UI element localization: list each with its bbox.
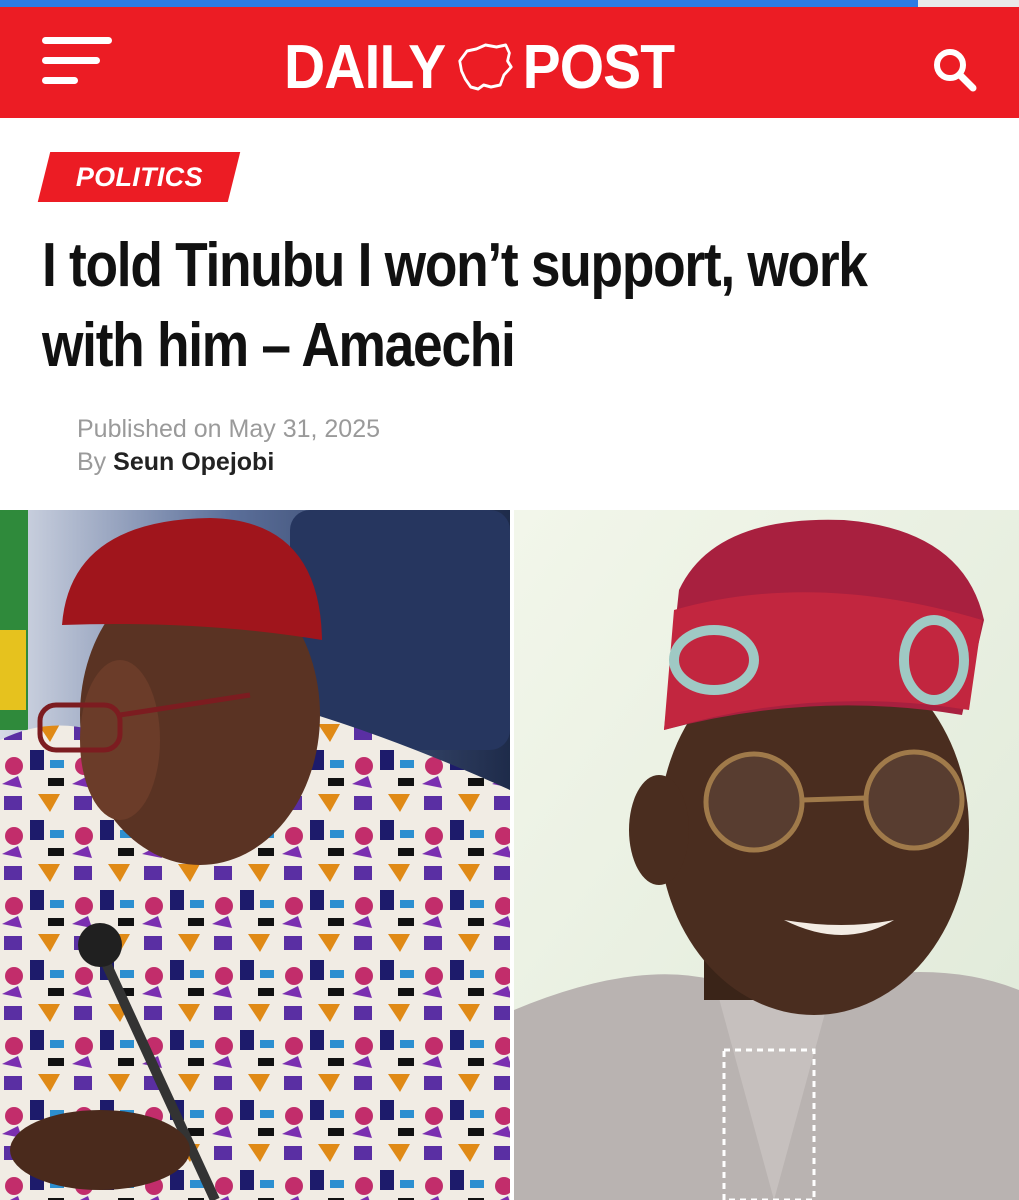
site-logo[interactable]: DAILY POST bbox=[284, 32, 676, 102]
published-line: Published on May 31, 2025 bbox=[77, 413, 380, 446]
progress-track bbox=[918, 0, 1019, 7]
article-meta: Published on May 31, 2025 By Seun Opejob… bbox=[77, 413, 380, 479]
logo-text-daily: DAILY bbox=[284, 32, 446, 102]
logo-text-post: POST bbox=[522, 32, 676, 102]
category-badge[interactable]: POLITICS bbox=[37, 152, 241, 202]
published-date: May 31, 2025 bbox=[228, 415, 381, 443]
hamburger-menu-icon[interactable] bbox=[42, 37, 112, 89]
featured-photo-right bbox=[514, 510, 1019, 1200]
featured-photo-left bbox=[0, 510, 510, 1200]
featured-image bbox=[0, 510, 1019, 1200]
nigeria-map-icon bbox=[458, 43, 513, 91]
category-label: POLITICS bbox=[75, 161, 203, 192]
site-header: DAILY POST bbox=[0, 7, 1019, 118]
byline: By Seun Opejobi bbox=[77, 446, 380, 479]
page-load-progress-bar bbox=[0, 0, 918, 7]
author-link[interactable]: Seun Opejobi bbox=[113, 448, 274, 476]
article-headline: I told Tinubu I won’t support, work with… bbox=[42, 231, 868, 380]
published-label: Published on bbox=[77, 415, 222, 443]
by-label: By bbox=[77, 448, 107, 476]
search-icon[interactable] bbox=[932, 47, 978, 93]
